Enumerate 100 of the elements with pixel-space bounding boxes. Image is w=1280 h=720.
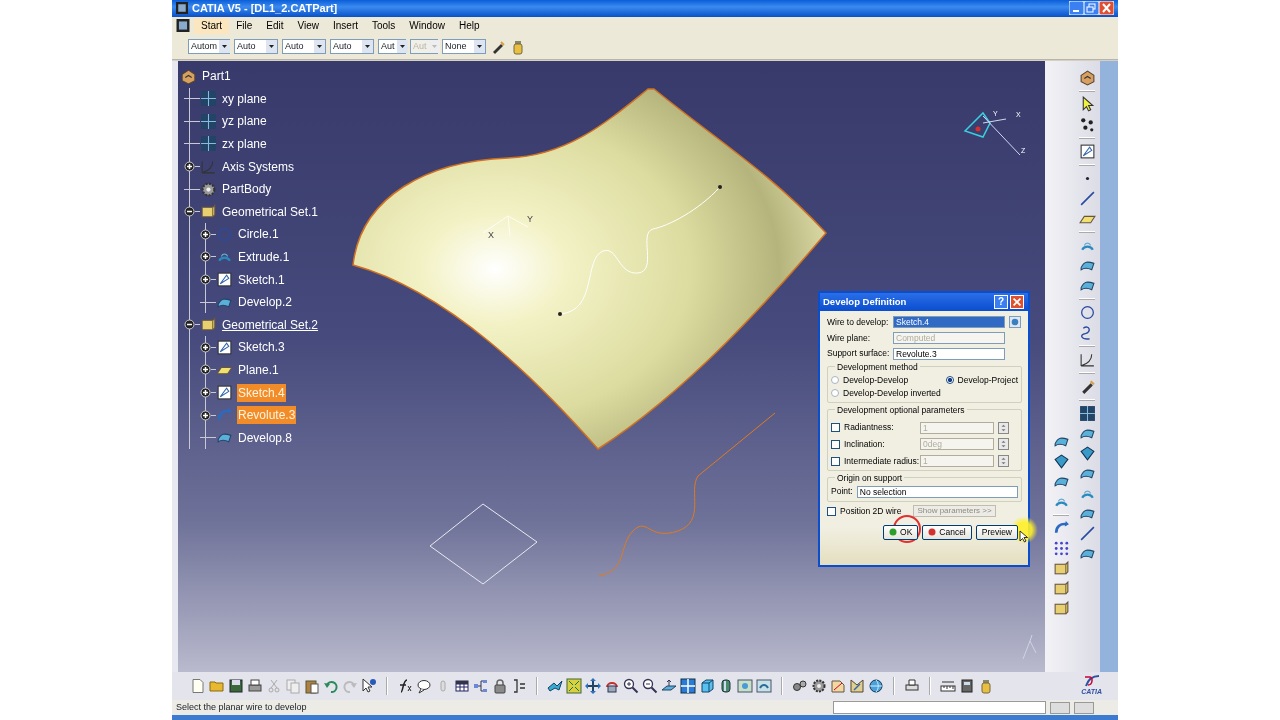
text-field[interactable]: Revolute.3 [893,347,1005,360]
caret-icon[interactable] [219,40,230,54]
tree-item[interactable]: xy plane [221,89,268,108]
sketch-icon[interactable] [216,338,233,356]
fill-icon[interactable] [1052,452,1070,470]
fill-icon[interactable] [1078,444,1096,462]
tree-item[interactable]: Circle.1 [237,225,280,244]
minimize-icon[interactable] [1069,1,1084,16]
expand-icon[interactable] [200,409,211,421]
spinner-icon[interactable] [998,438,1009,451]
expand-icon[interactable] [200,274,211,286]
radio-label[interactable]: Develop-Develop [843,373,909,387]
menu-item[interactable]: Start [194,17,230,35]
command-field[interactable] [833,701,1046,714]
zoom-out-icon[interactable] [642,678,658,695]
ok-button[interactable]: OK [883,524,919,540]
close-icon[interactable] [1010,294,1024,309]
globe-icon[interactable] [1009,316,1021,329]
box-icon[interactable] [1052,559,1070,577]
dropdown[interactable]: Aut [378,39,406,55]
quad-view-icon[interactable] [680,678,696,695]
expand-icon[interactable] [200,387,211,398]
tree-item[interactable]: Sketch.1 [237,270,286,289]
expand-icon[interactable] [184,161,195,173]
part-icon[interactable] [1078,68,1096,86]
tree-item[interactable]: Part1 [201,67,232,86]
radio-button[interactable] [831,389,839,398]
drafting-icon[interactable] [830,678,846,695]
tree-item[interactable]: Geometrical Set.2 [221,315,320,334]
save-icon[interactable] [228,678,244,695]
globe-icon[interactable] [868,678,884,695]
caret-icon[interactable] [314,40,325,54]
grid-icon[interactable] [1078,404,1096,422]
cancel-button[interactable]: Cancel [922,524,972,540]
ruler-icon[interactable] [940,678,956,695]
gear-icon[interactable] [811,678,827,695]
dropdown[interactable]: None [442,39,486,55]
paste-icon[interactable] [304,678,320,695]
speech-bubble-icon[interactable] [416,678,432,695]
dropdown[interactable]: Autom [188,39,230,55]
tree-item[interactable]: Develop.2 [237,293,294,312]
line-icon[interactable] [1078,524,1096,542]
sketch-icon[interactable] [216,271,233,289]
checkbox[interactable] [827,506,836,516]
padlock-icon[interactable] [492,678,508,695]
grid-icon[interactable] [200,112,217,130]
spinner-icon[interactable] [998,455,1009,468]
spinner-icon[interactable] [998,421,1009,434]
shading-icon[interactable] [718,678,734,695]
printer-icon[interactable] [247,678,263,695]
menu-item[interactable]: Tools [365,17,403,35]
tree-item[interactable]: Axis Systems [221,157,295,176]
preview-button[interactable]: Preview [975,524,1018,540]
radio-label[interactable]: Develop-Project [957,373,1018,387]
expand-icon[interactable] [200,364,211,376]
collapse-icon[interactable] [184,206,195,218]
tree-item[interactable]: Develop.8 [237,428,294,447]
dropdown[interactable]: Auto [330,39,374,55]
caret-icon[interactable] [474,40,485,54]
box-icon[interactable] [1052,579,1070,597]
grid-icon[interactable] [200,135,217,153]
expand-icon[interactable] [200,228,211,240]
text-field[interactable]: No selection [856,485,1018,498]
scatter-icon[interactable] [1078,115,1096,133]
radio-button[interactable] [831,376,839,385]
restore-icon[interactable] [1084,1,1099,16]
checkbox-label[interactable]: Position 2D wire [840,504,902,518]
table-icon[interactable] [454,678,470,695]
swap-icon[interactable] [756,678,772,695]
menu-item[interactable]: Window [402,17,452,35]
line-icon[interactable] [1078,189,1096,207]
gear-icon[interactable] [200,180,217,198]
pointer-icon[interactable] [361,678,377,695]
undo-icon[interactable] [323,678,339,695]
fit-all-icon[interactable] [566,678,582,695]
tree-item[interactable]: Extrude.1 [237,247,291,266]
caret-icon[interactable] [266,40,277,54]
dots-grid-icon[interactable] [1052,539,1070,557]
menu-item[interactable]: View [290,17,326,35]
zoom-in-icon[interactable] [623,678,639,695]
radio-button[interactable] [945,376,954,385]
collapse-icon[interactable] [184,319,195,331]
part-icon[interactable] [180,67,197,85]
analysis-icon[interactable] [849,678,865,695]
pan-icon[interactable] [585,678,601,695]
tree-item[interactable]: PartBody [221,180,273,199]
expand-icon[interactable] [200,341,211,353]
text-field[interactable]: Sketch.4 [893,316,1005,329]
box-icon[interactable] [1052,599,1070,617]
tree-item[interactable]: Sketch.3 [237,338,286,357]
app-icon[interactable] [176,19,190,33]
sketch-icon[interactable] [1078,142,1096,160]
new-file-icon[interactable] [190,678,206,695]
radio-label[interactable]: Develop-Develop inverted [843,386,941,400]
close-icon[interactable] [1099,1,1114,16]
menu-item[interactable]: Help [451,17,487,35]
tree-item[interactable]: Geometrical Set.1 [221,202,320,221]
help-button[interactable]: ? [994,294,1008,309]
sketch-icon[interactable] [216,384,233,401]
bracket-icon[interactable] [511,678,527,695]
